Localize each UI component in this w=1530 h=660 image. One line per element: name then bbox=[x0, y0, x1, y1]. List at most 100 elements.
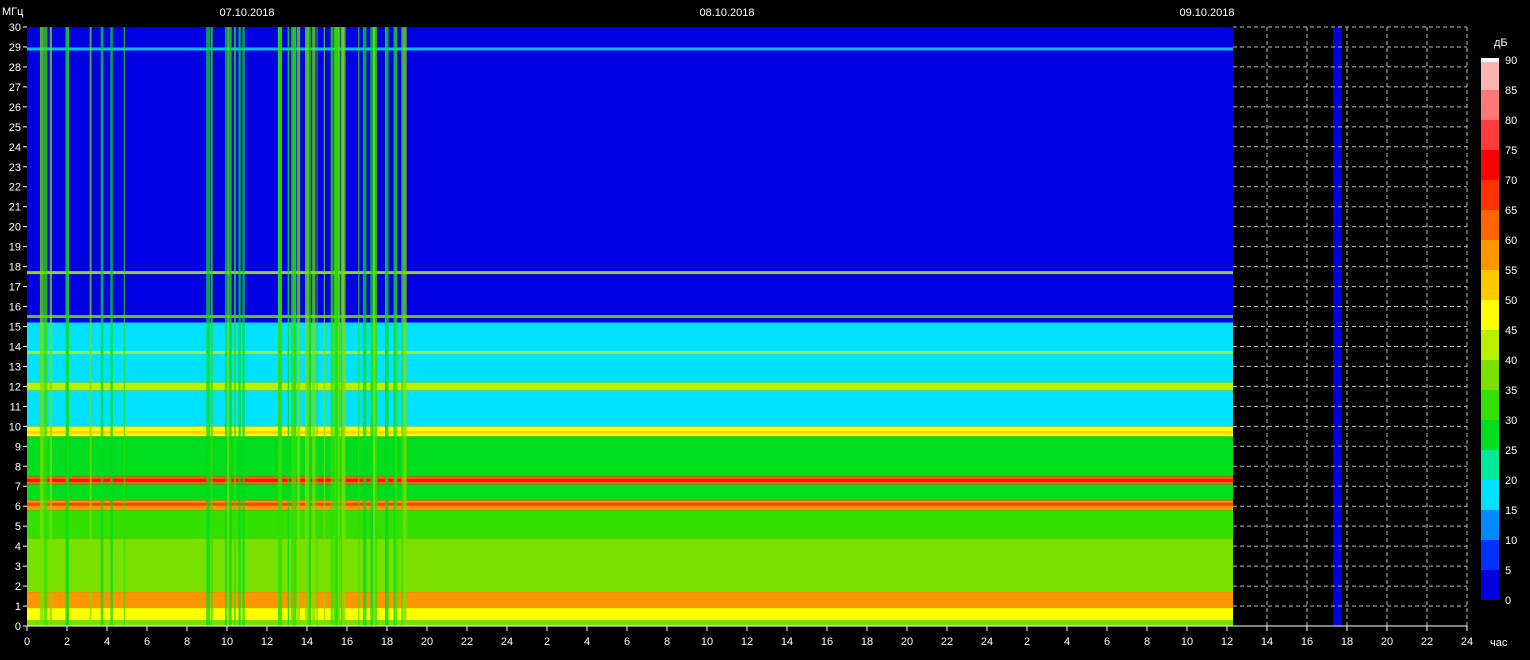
interference-column bbox=[89, 27, 92, 626]
y-tick-label: 2 bbox=[15, 581, 21, 593]
interference-column bbox=[370, 27, 374, 626]
x-tick-label: 12 bbox=[741, 636, 753, 648]
y-tick-label: 11 bbox=[10, 401, 21, 413]
colorbar-swatch bbox=[1481, 570, 1499, 600]
interference-column bbox=[330, 27, 334, 626]
y-tick-label: 12 bbox=[9, 381, 21, 393]
colorbar-tick-label: 55 bbox=[1505, 265, 1517, 277]
x-tick-label: 12 bbox=[261, 636, 273, 648]
colorbar-swatch bbox=[1481, 210, 1499, 240]
x-tick-label: 18 bbox=[1341, 636, 1353, 648]
x-tick-label: 18 bbox=[861, 636, 873, 648]
colorbar-swatch bbox=[1481, 300, 1499, 330]
x-tick-label: 20 bbox=[1381, 636, 1393, 648]
x-tick-label: 2 bbox=[544, 636, 550, 648]
interference-column bbox=[206, 27, 210, 626]
interference-column bbox=[304, 27, 308, 626]
colorbar-swatch bbox=[1481, 480, 1499, 510]
y-tick-label: 1 bbox=[15, 601, 21, 613]
interference-column bbox=[123, 27, 125, 626]
colorbar-swatch bbox=[1481, 180, 1499, 210]
colorbar-tick-label: 5 bbox=[1505, 565, 1511, 577]
y-tick-label: 19 bbox=[9, 242, 21, 254]
x-tick-label: 22 bbox=[1421, 636, 1433, 648]
interference-column bbox=[384, 27, 389, 626]
x-tick-label: 24 bbox=[1461, 636, 1473, 648]
interference-column bbox=[49, 27, 52, 626]
y-tick-label: 4 bbox=[15, 541, 21, 553]
y-tick-label: 14 bbox=[9, 341, 21, 353]
x-tick-label: 10 bbox=[701, 636, 713, 648]
x-tick-label: 18 bbox=[381, 636, 393, 648]
y-tick-label: 0 bbox=[15, 621, 21, 633]
x-tick-label: 4 bbox=[584, 636, 590, 648]
colorbar-tick-label: 40 bbox=[1505, 355, 1517, 367]
y-tick-label: 21 bbox=[9, 202, 21, 214]
colorbar-tick-label: 90 bbox=[1505, 55, 1517, 67]
y-tick-label: 22 bbox=[9, 182, 21, 194]
interference-column bbox=[100, 27, 104, 626]
colorbar-tick-label: 10 bbox=[1505, 535, 1517, 547]
y-tick-label: 20 bbox=[9, 222, 21, 234]
colorbar-tick-label: 45 bbox=[1505, 325, 1517, 337]
y-tick-label: 26 bbox=[9, 102, 21, 114]
y-tick-label: 15 bbox=[9, 322, 21, 334]
colorbar-tick-label: 50 bbox=[1505, 295, 1517, 307]
interference-column bbox=[278, 27, 282, 626]
date-label: 09.10.2018 bbox=[1179, 7, 1234, 19]
colorbar-swatch bbox=[1481, 240, 1499, 270]
interference-column bbox=[316, 27, 318, 626]
colorbar-swatch bbox=[1481, 420, 1499, 450]
x-tick-label: 6 bbox=[624, 636, 630, 648]
x-tick-label: 20 bbox=[421, 636, 433, 648]
y-tick-label: 27 bbox=[9, 82, 21, 94]
interference-column bbox=[287, 27, 289, 626]
interference-column bbox=[337, 27, 340, 626]
x-tick-label: 22 bbox=[941, 636, 953, 648]
interference-column bbox=[224, 27, 227, 626]
x-tick-label: 6 bbox=[1104, 636, 1110, 648]
x-tick-label: 8 bbox=[1144, 636, 1150, 648]
colorbar-tick-label: 80 bbox=[1505, 115, 1517, 127]
colorbar-swatch bbox=[1481, 450, 1499, 480]
interference-column bbox=[43, 27, 48, 626]
x-tick-label: 16 bbox=[1301, 636, 1313, 648]
colorbar-tick-label: 85 bbox=[1505, 85, 1517, 97]
colorbar-swatch bbox=[1481, 58, 1499, 62]
colorbar-swatch bbox=[1481, 540, 1499, 570]
x-tick-label: 16 bbox=[821, 636, 833, 648]
y-tick-label: 30 bbox=[9, 22, 21, 34]
x-tick-label: 14 bbox=[781, 636, 793, 648]
colorbar-swatch bbox=[1481, 270, 1499, 300]
x-tick-label: 4 bbox=[104, 636, 110, 648]
y-tick-label: 16 bbox=[9, 302, 21, 314]
interference-column bbox=[227, 27, 230, 626]
interference-column bbox=[297, 27, 301, 626]
interference-column bbox=[340, 27, 342, 626]
y-tick-label: 17 bbox=[9, 282, 21, 294]
colorbar-swatch bbox=[1481, 360, 1499, 390]
x-tick-label: 20 bbox=[901, 636, 913, 648]
interference-column bbox=[238, 27, 241, 626]
y-tick-label: 6 bbox=[15, 501, 21, 513]
colorbar-tick-label: 60 bbox=[1505, 235, 1517, 247]
x-tick-label: 24 bbox=[981, 636, 993, 648]
date-label: 07.10.2018 bbox=[219, 7, 274, 19]
colorbar-tick-label: 75 bbox=[1505, 145, 1517, 157]
interference-column bbox=[292, 27, 297, 626]
y-tick-label: 28 bbox=[9, 62, 21, 74]
x-tick-label: 10 bbox=[1181, 636, 1193, 648]
interference-column bbox=[312, 27, 316, 626]
interference-column bbox=[394, 27, 398, 626]
x-axis-label: час bbox=[1490, 637, 1508, 649]
y-tick-label: 29 bbox=[9, 42, 21, 54]
colorbar-swatch bbox=[1481, 60, 1499, 90]
colorbar-tick-label: 25 bbox=[1505, 445, 1517, 457]
interference-column bbox=[65, 27, 69, 626]
colorbar-tick-label: 30 bbox=[1505, 415, 1517, 427]
interference-column bbox=[341, 27, 346, 626]
interference-column bbox=[306, 27, 309, 626]
x-tick-label: 16 bbox=[341, 636, 353, 648]
colorbar-swatch bbox=[1481, 330, 1499, 360]
interference-column bbox=[323, 27, 325, 626]
